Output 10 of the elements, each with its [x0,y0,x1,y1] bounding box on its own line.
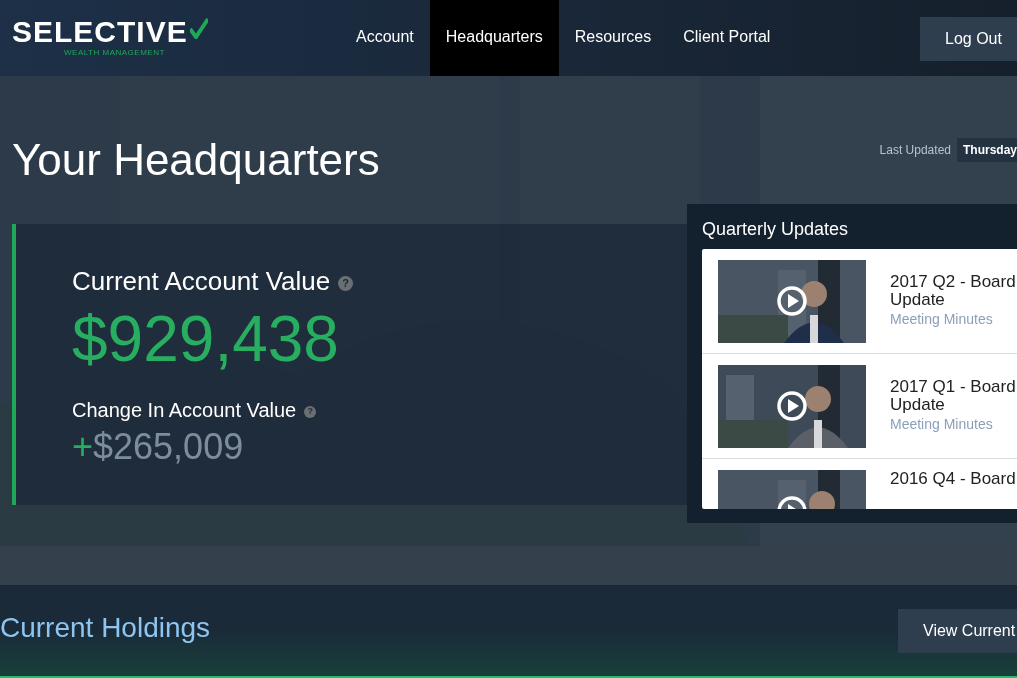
logout-button[interactable]: Log Out [920,17,1017,61]
nav-tab[interactable]: Account [340,0,430,76]
nav-tab[interactable]: Resources [558,0,668,76]
nav-tab[interactable]: Client Portal [667,0,787,76]
logo-tagline: WEALTH MANAGEMENT [63,47,166,59]
view-current-button[interactable]: View Current [898,609,1017,653]
nav-tab[interactable]: Headquarters [429,0,559,76]
section-title: Current Holdings [0,611,211,645]
check-icon [189,17,208,39]
logo-wordmark: SELECTIVE [12,17,188,47]
